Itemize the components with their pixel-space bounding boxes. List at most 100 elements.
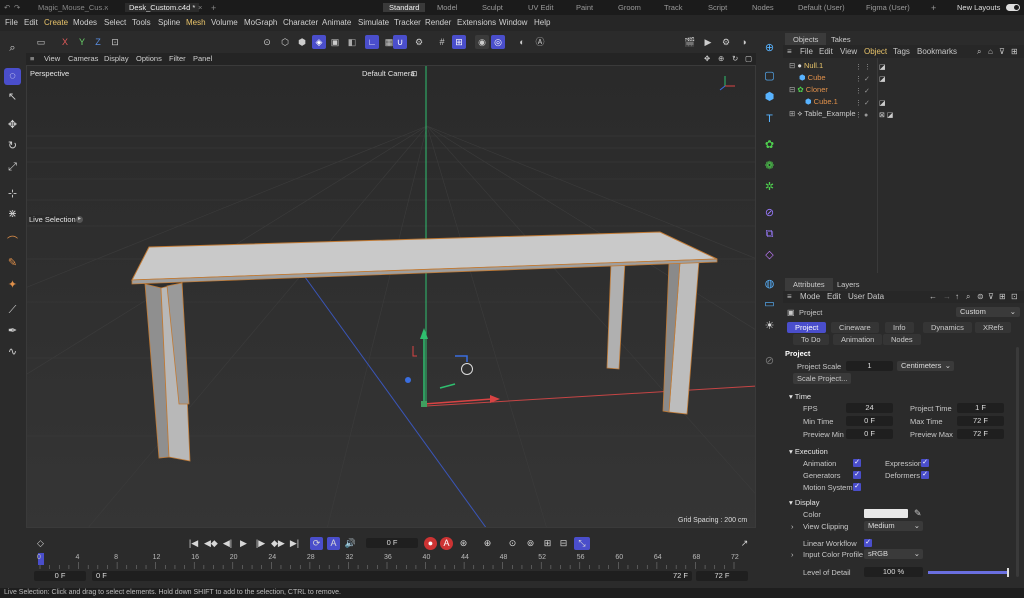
subtab-project[interactable]: Project [787,322,827,333]
subtab-dynamics[interactable]: Dynamics [923,322,972,333]
preview-max-field[interactable]: 72 F [957,429,1004,439]
snap-icon[interactable]: ⊞ [452,35,466,49]
deformers-checkbox[interactable]: ✓ [921,471,929,479]
menu-edit[interactable]: Edit [24,18,38,27]
maximize-icon[interactable]: ▢ [745,54,752,63]
workplane-icon[interactable]: ◉ [475,35,489,49]
undo-icon[interactable]: ↶ [4,3,10,12]
perspective-viewport[interactable]: Perspective Default Camera ⊡ Live Select… [26,65,756,528]
points-mode-icon[interactable]: ⊙ [260,35,274,49]
subtab-xrefs[interactable]: XRefs [975,322,1012,333]
key-position-icon[interactable]: ⊕ [481,537,494,550]
soft-selection-icon[interactable]: ⚙ [412,35,426,49]
project-scale-field[interactable]: 1 [846,361,893,371]
sound-icon[interactable]: 🔊 [344,537,357,550]
subtab-cineware[interactable]: Cineware [831,322,879,333]
key-param-icon[interactable]: ⊞ [541,537,554,550]
tab-layers[interactable]: Layers [829,278,868,291]
search-icon[interactable]: ⌕ [966,292,970,302]
effector-icon[interactable]: ✲ [761,179,778,196]
interpolation-icon[interactable]: ⤡ [574,537,590,550]
layout-tab-script[interactable]: Script [708,3,727,12]
mograph-icon[interactable]: ❁ [761,158,778,175]
input-color-profile-expand-icon[interactable]: › [791,550,794,559]
pen-icon[interactable]: ✒ [4,323,21,340]
cube-primitive-icon[interactable]: ▢ [761,68,778,85]
viewport-menu-filter[interactable]: Filter [169,54,186,63]
menu-tools[interactable]: Tools [132,18,151,27]
preview-min-field[interactable]: 0 F [846,429,893,439]
menu-render[interactable]: Render [425,18,451,27]
filter-icon[interactable]: ⊽ [988,292,994,301]
loop-icon[interactable]: ⟳ [310,537,323,550]
cube-icon[interactable]: ⬢ [761,89,778,106]
execution-section-toggle[interactable]: ▾ Execution [789,447,828,456]
menu-select[interactable]: Select [104,18,126,27]
live-selection-icon[interactable]: ◌ [4,68,21,85]
camera-icon[interactable]: ▭ [761,296,778,313]
axis-mode-icon[interactable]: ∟ [365,35,379,49]
object-row-table-example[interactable]: ⊞ ⟡ Table_Example [789,108,856,120]
texture-mode-icon[interactable]: ▣ [328,35,342,49]
menu-mograph[interactable]: MoGraph [244,18,277,27]
new-tab-button[interactable]: + [211,3,216,13]
layout-tab-model[interactable]: Model [437,3,457,12]
edges-mode-icon[interactable]: ⬡ [278,35,292,49]
previous-frame-icon[interactable]: ◀| [221,537,234,550]
menu-file[interactable]: File [5,18,18,27]
brush-icon[interactable]: ⟋ [4,302,21,319]
file-tab-1[interactable]: Magic_Mouse_Cus... [38,3,108,12]
lasso-icon[interactable]: ⌒ [4,234,21,251]
deformer-icon[interactable]: ⊘ [761,205,778,222]
spline-icon[interactable]: ∿ [4,344,21,361]
home-icon[interactable]: ⌂ [988,47,993,56]
object-row-cube-1[interactable]: ⬢ Cube.1 [805,96,838,108]
level-of-detail-field[interactable]: 100 % [864,567,923,577]
playback-rate-icon[interactable]: A [327,537,340,550]
project-time-field[interactable]: 1 F [957,403,1004,413]
autokey-icon[interactable]: A [440,537,453,550]
unit-dropdown[interactable]: Centimeters ⌄ [897,361,954,371]
key-scale-icon[interactable]: ⊚ [524,537,537,550]
menu-help[interactable]: Help [534,18,550,27]
preview-range-slider[interactable]: 0 F 72 F [92,571,692,581]
objects-menu-object[interactable]: Object [864,47,887,56]
object-mode-icon[interactable]: ◈ [312,35,326,49]
render-to-picture-viewer-icon[interactable]: ▶ [701,35,715,49]
new-layouts-toggle[interactable] [1006,4,1020,11]
visibility-dots[interactable]: ⋮ ⋮ ⋮ ✓ ⋮ ✓ ⋮ ✓ ⋮ ● [855,62,871,122]
objects-menu-edit[interactable]: Edit [819,47,833,56]
timeline-graph-icon[interactable]: ↗ [738,537,751,550]
linear-workflow-checkbox[interactable]: ✓ [864,539,872,547]
quantize-icon[interactable]: ◎ [491,35,505,49]
edit-render-settings-icon[interactable]: ⚙ [719,35,733,49]
layout-tab-groom[interactable]: Groom [618,3,641,12]
objects-menu-view[interactable]: View [840,47,857,56]
viewport-options-icon[interactable]: ≡ [30,54,34,63]
scale-project-button[interactable]: Scale Project... [793,373,852,384]
next-frame-icon[interactable]: |▶ [254,537,267,550]
key-pla-icon[interactable]: ⊟ [557,537,570,550]
grid-snap-icon[interactable]: # [435,35,449,49]
subtab-animation[interactable]: Animation [833,334,883,345]
search-icon[interactable]: ⌕ [4,40,21,57]
magnet-icon[interactable]: ∪ [393,35,407,49]
layout-tab-paint[interactable]: Paint [576,3,593,12]
level-of-detail-handle[interactable] [1007,568,1009,577]
file-tab-2[interactable]: Desk_Custom.c4d * [125,3,200,12]
paint-select-icon[interactable]: ✎ [4,255,21,272]
move-icon[interactable]: ✥ [4,117,21,134]
menu-animate[interactable]: Animate [322,18,351,27]
viewport-menu-cameras[interactable]: Cameras [68,54,98,63]
menu-tracker[interactable]: Tracker [394,18,421,27]
input-color-profile-dropdown[interactable]: sRGB ⌄ [864,549,923,559]
cloner-icon[interactable]: ✿ [761,137,778,154]
level-of-detail-slider[interactable] [928,568,1009,577]
field-icon[interactable]: ⧉ [761,226,778,243]
previous-key-icon[interactable]: ◀◆ [204,537,218,550]
close-icon[interactable]: × [198,3,202,12]
menu-modes[interactable]: Modes [73,18,97,27]
menu-simulate[interactable]: Simulate [358,18,389,27]
sketch-icon[interactable]: ⊘ [761,353,778,370]
eyedropper-icon[interactable]: ✎ [914,508,922,519]
